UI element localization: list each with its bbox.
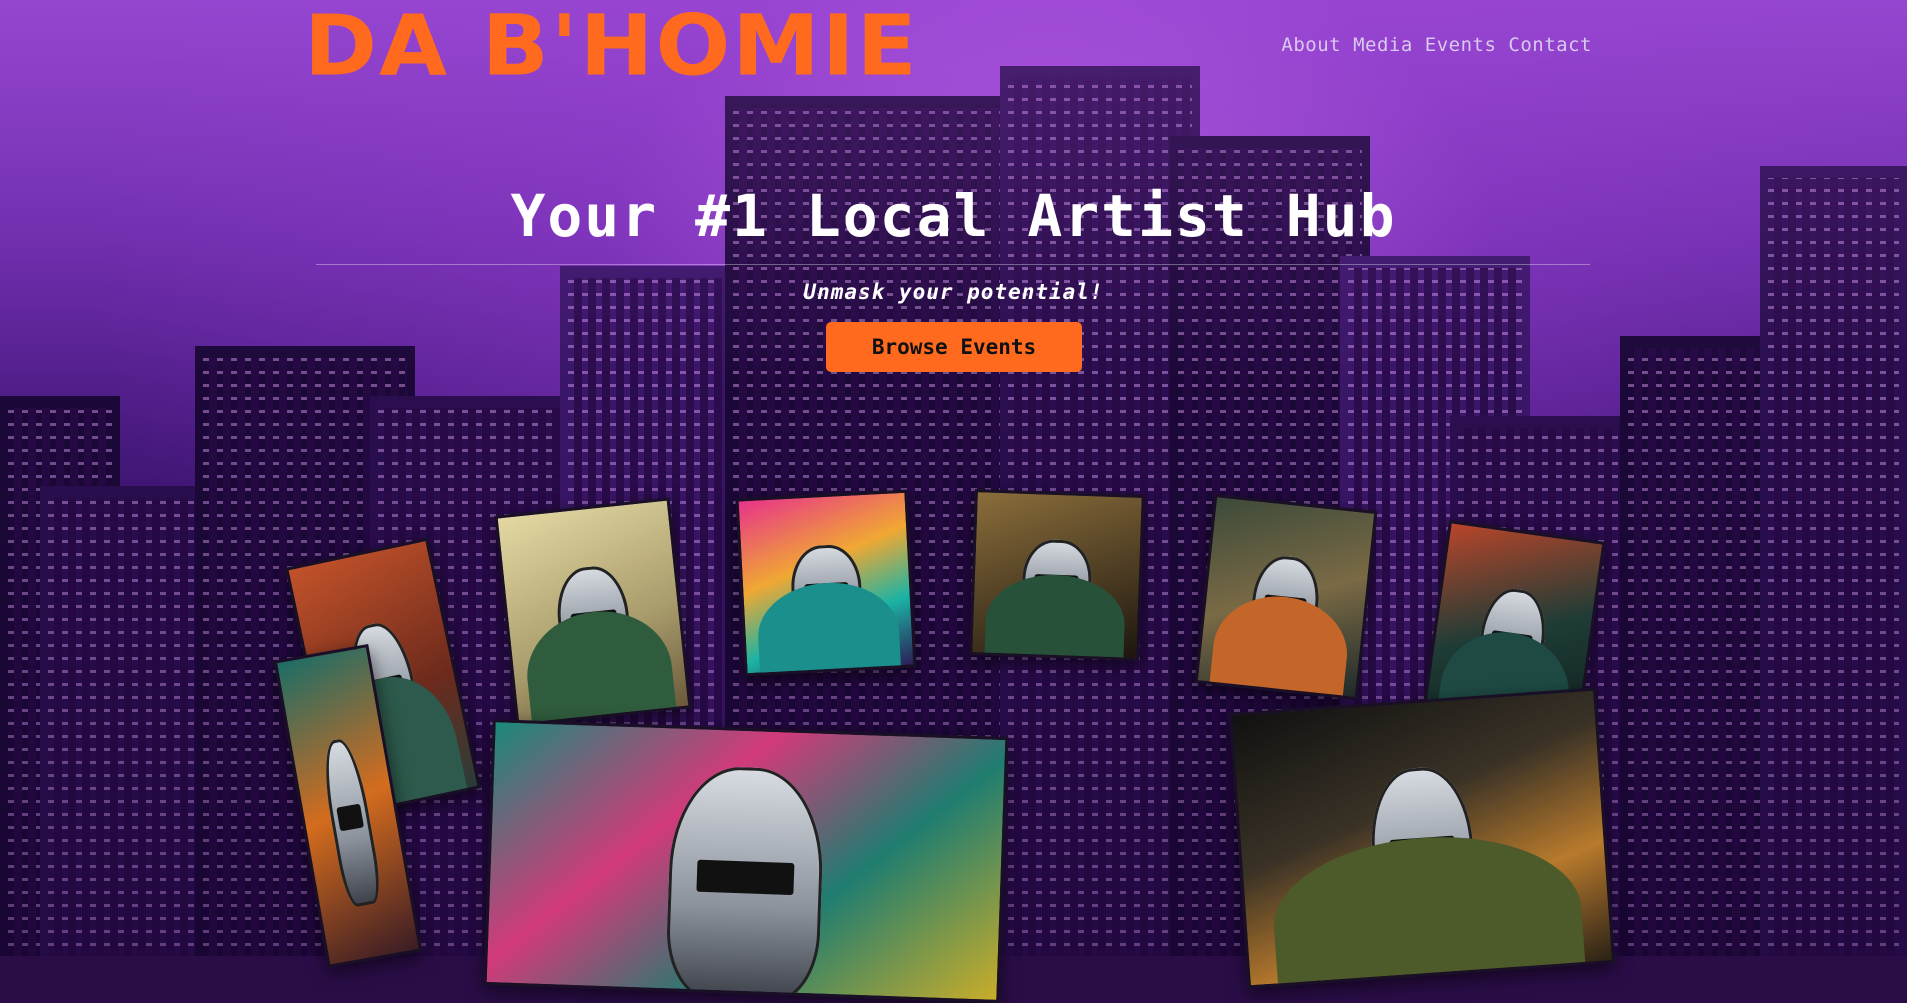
masked-artist-image: [664, 764, 826, 1003]
gallery-image-8[interactable]: [483, 719, 1009, 1003]
main-nav: About Media Events Contact: [1281, 34, 1592, 56]
gallery-image-6[interactable]: [1194, 493, 1378, 701]
hero-title: Your #1 Local Artist Hub: [510, 182, 1397, 250]
nav-events[interactable]: Events: [1425, 34, 1497, 56]
hero-tagline: Unmask your potential!: [803, 280, 1104, 304]
gallery-image-9[interactable]: [1228, 687, 1616, 989]
masked-artist-image: [317, 736, 385, 909]
nav-media[interactable]: Media: [1353, 34, 1413, 56]
gallery-image-5[interactable]: [969, 489, 1145, 661]
browse-events-button[interactable]: Browse Events: [826, 322, 1082, 372]
building: [1620, 336, 1770, 956]
nav-about[interactable]: About: [1281, 34, 1341, 56]
building: [40, 486, 210, 956]
hero-divider: [316, 264, 1590, 265]
nav-contact[interactable]: Contact: [1508, 34, 1592, 56]
site-logo[interactable]: DA B'HOMIE: [304, 4, 919, 88]
gallery-image-4[interactable]: [735, 489, 917, 677]
gallery-image-3[interactable]: [494, 497, 692, 727]
